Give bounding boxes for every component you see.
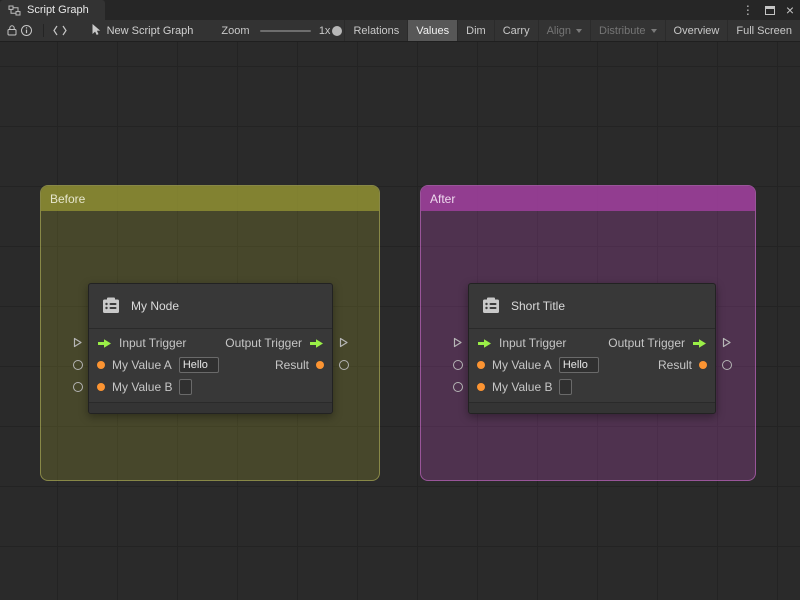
output-trigger-port-icon[interactable] (692, 338, 707, 349)
group-title: After (430, 191, 456, 206)
toolbar-buttons: Relations Values Dim Carry Align Distrib… (344, 20, 800, 41)
window-controls: ⋮ × (742, 0, 794, 20)
overview-button[interactable]: Overview (664, 20, 728, 41)
input-trigger-port-icon[interactable] (97, 338, 112, 349)
external-flow-input-port[interactable] (72, 337, 83, 348)
chevron-down-icon (576, 28, 583, 33)
graph-name: New Script Graph (106, 24, 194, 37)
align-label: Align (546, 24, 572, 37)
node-body: Input Trigger Output Trigger My Value A (469, 329, 715, 402)
node-header[interactable]: My Node (89, 284, 332, 329)
toolbar-separator (43, 24, 44, 37)
result-port-icon[interactable] (699, 361, 707, 369)
node-short-title[interactable]: Short Title Input Trigger Output Trigger (468, 283, 716, 414)
external-value-output-port[interactable] (722, 360, 732, 370)
group-before-header[interactable]: Before (41, 186, 379, 211)
value-a-port-icon[interactable] (477, 361, 485, 369)
carry-button[interactable]: Carry (493, 20, 538, 41)
trigger-row: Input Trigger Output Trigger (469, 332, 715, 354)
kebab-menu-icon[interactable]: ⋮ (742, 4, 754, 16)
relations-button[interactable]: Relations (344, 20, 407, 41)
output-trigger-label: Output Trigger (608, 336, 685, 350)
value-a-label: My Value A (492, 358, 552, 372)
value-a-port-icon[interactable] (97, 361, 105, 369)
group-after-header[interactable]: After (421, 186, 755, 211)
distribute-label: Distribute (599, 24, 646, 37)
node-my-node[interactable]: My Node Input Trigger Output Trigger My … (88, 283, 333, 414)
result-label: Result (657, 358, 692, 372)
input-trigger-label: Input Trigger (119, 336, 187, 350)
maximize-icon[interactable] (764, 5, 775, 15)
output-trigger-label: Output Trigger (225, 336, 302, 350)
values-button[interactable]: Values (407, 20, 458, 41)
full-screen-button[interactable]: Full Screen (727, 20, 800, 41)
align-dropdown: Align (537, 20, 590, 41)
value-a-input[interactable] (558, 357, 599, 373)
output-trigger-port-icon[interactable] (309, 338, 324, 349)
external-value-input-port[interactable] (453, 360, 463, 370)
tab-bar: Script Graph ⋮ × (0, 0, 800, 20)
script-graph-icon (8, 5, 21, 16)
lock-icon[interactable] (5, 20, 20, 41)
unity-graph-window: Script Graph ⋮ × New Script Graph Zoom 1… (0, 0, 800, 600)
distribute-dropdown: Distribute (590, 20, 664, 41)
external-flow-output-port[interactable] (721, 337, 732, 348)
graph-title-area[interactable]: New Script Graph (90, 23, 194, 39)
value-b-port-icon[interactable] (97, 383, 105, 391)
external-value-input-port[interactable] (73, 360, 83, 370)
value-b-port-icon[interactable] (477, 383, 485, 391)
toolbar: New Script Graph Zoom 1x Relations Value… (0, 20, 800, 42)
external-value-output-port[interactable] (339, 360, 349, 370)
graph-canvas[interactable]: Before After My Node Input Trigger Outpu… (0, 42, 800, 600)
input-trigger-port-icon[interactable] (477, 338, 492, 349)
node-title: Short Title (511, 299, 566, 313)
tab-title: Script Graph (27, 4, 89, 16)
result-label: Result (274, 358, 309, 372)
value-b-row: My Value B (469, 376, 715, 398)
zoom-label: Zoom (221, 24, 250, 37)
external-value-input-port[interactable] (453, 382, 463, 392)
external-flow-input-port[interactable] (452, 337, 463, 348)
value-a-row: My Value A Result (89, 354, 332, 376)
dim-button[interactable]: Dim (457, 20, 494, 41)
close-icon[interactable]: × (786, 3, 794, 17)
info-icon[interactable] (20, 20, 35, 41)
zoom-slider[interactable] (259, 25, 342, 37)
node-footer (89, 402, 332, 413)
unit-icon (100, 295, 122, 317)
chevron-down-icon (650, 28, 657, 33)
pointer-icon (90, 23, 101, 39)
value-b-input[interactable] (179, 379, 193, 395)
zoom-value: 1x (318, 24, 331, 37)
value-b-row: My Value B (89, 376, 332, 398)
value-a-label: My Value A (112, 358, 172, 372)
value-b-label: My Value B (492, 380, 553, 394)
node-header[interactable]: Short Title (469, 284, 715, 329)
node-title: My Node (131, 299, 180, 313)
value-a-row: My Value A Result (469, 354, 715, 376)
code-icon[interactable] (53, 20, 68, 41)
external-value-input-port[interactable] (73, 382, 83, 392)
value-b-label: My Value B (112, 380, 173, 394)
zoom-slider-track[interactable] (259, 29, 311, 32)
result-port-icon[interactable] (316, 361, 324, 369)
input-trigger-label: Input Trigger (499, 336, 567, 350)
trigger-row: Input Trigger Output Trigger (89, 332, 332, 354)
group-title: Before (50, 191, 86, 206)
value-b-input[interactable] (559, 379, 573, 395)
node-body: Input Trigger Output Trigger My Value A (89, 329, 332, 402)
external-flow-output-port[interactable] (338, 337, 349, 348)
zoom-slider-knob[interactable] (331, 25, 342, 36)
unit-icon (480, 295, 502, 317)
tab-script-graph[interactable]: Script Graph (0, 0, 105, 20)
value-a-input[interactable] (178, 357, 219, 373)
node-footer (469, 402, 715, 413)
